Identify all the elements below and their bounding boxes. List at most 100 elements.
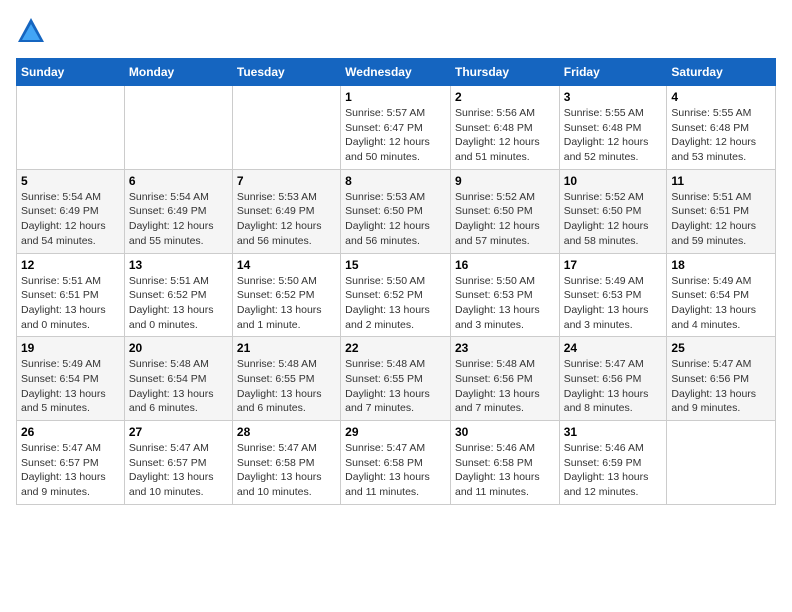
calendar-cell: 9 Sunrise: 5:52 AM Sunset: 6:50 PM Daylig… [450,169,559,253]
day-info: Sunrise: 5:54 AM Sunset: 6:49 PM Dayligh… [129,190,228,249]
calendar-week-row: 5 Sunrise: 5:54 AM Sunset: 6:49 PM Daylig… [17,169,776,253]
day-number: 4 [671,90,771,104]
calendar-cell: 4 Sunrise: 5:55 AM Sunset: 6:48 PM Daylig… [667,86,776,170]
day-info: Sunrise: 5:50 AM Sunset: 6:52 PM Dayligh… [345,274,446,333]
day-of-week-header: Saturday [667,59,776,86]
day-info: Sunrise: 5:53 AM Sunset: 6:49 PM Dayligh… [237,190,336,249]
day-info: Sunrise: 5:46 AM Sunset: 6:59 PM Dayligh… [564,441,663,500]
day-info: Sunrise: 5:48 AM Sunset: 6:56 PM Dayligh… [455,357,555,416]
page-header [16,16,776,46]
day-info: Sunrise: 5:54 AM Sunset: 6:49 PM Dayligh… [21,190,120,249]
day-of-week-header: Monday [124,59,232,86]
day-info: Sunrise: 5:47 AM Sunset: 6:56 PM Dayligh… [564,357,663,416]
day-number: 28 [237,425,336,439]
day-number: 20 [129,341,228,355]
day-number: 3 [564,90,663,104]
day-number: 18 [671,258,771,272]
day-number: 19 [21,341,120,355]
calendar-cell: 22 Sunrise: 5:48 AM Sunset: 6:55 PM Dayli… [341,337,451,421]
calendar-cell: 26Sunrise: 5:47 AM Sunset: 6:57 PM Dayli… [17,421,125,505]
day-info: Sunrise: 5:48 AM Sunset: 6:55 PM Dayligh… [237,357,336,416]
calendar-cell: 18 Sunrise: 5:49 AM Sunset: 6:54 PM Dayli… [667,253,776,337]
calendar-cell: 8 Sunrise: 5:53 AM Sunset: 6:50 PM Daylig… [341,169,451,253]
calendar-cell: 30Sunrise: 5:46 AM Sunset: 6:58 PM Dayli… [450,421,559,505]
day-info: Sunrise: 5:51 AM Sunset: 6:51 PM Dayligh… [21,274,120,333]
day-info: Sunrise: 5:49 AM Sunset: 6:54 PM Dayligh… [21,357,120,416]
day-info: Sunrise: 5:55 AM Sunset: 6:48 PM Dayligh… [671,106,771,165]
calendar-cell: 28 Sunrise: 5:47 AM Sunset: 6:58 PM Dayli… [232,421,340,505]
day-info: Sunrise: 5:53 AM Sunset: 6:50 PM Dayligh… [345,190,446,249]
calendar-cell [667,421,776,505]
day-number: 5 [21,174,120,188]
calendar-week-row: 12 Sunrise: 5:51 AM Sunset: 6:51 PM Dayli… [17,253,776,337]
day-info: Sunrise: 5:46 AM Sunset: 6:58 PM Dayligh… [455,441,555,500]
calendar-cell: 16Sunrise: 5:50 AM Sunset: 6:53 PM Dayli… [450,253,559,337]
day-info: Sunrise: 5:47 AM Sunset: 6:57 PM Dayligh… [21,441,120,500]
calendar-cell: 10 Sunrise: 5:52 AM Sunset: 6:50 PM Dayli… [559,169,667,253]
day-info: Sunrise: 5:56 AM Sunset: 6:48 PM Dayligh… [455,106,555,165]
day-info: Sunrise: 5:47 AM Sunset: 6:58 PM Dayligh… [345,441,446,500]
day-number: 11 [671,174,771,188]
calendar-week-row: 19 Sunrise: 5:49 AM Sunset: 6:54 PM Dayli… [17,337,776,421]
day-info: Sunrise: 5:48 AM Sunset: 6:55 PM Dayligh… [345,357,446,416]
day-number: 25 [671,341,771,355]
day-number: 29 [345,425,446,439]
day-info: Sunrise: 5:51 AM Sunset: 6:52 PM Dayligh… [129,274,228,333]
day-info: Sunrise: 5:47 AM Sunset: 6:57 PM Dayligh… [129,441,228,500]
day-number: 31 [564,425,663,439]
day-number: 14 [237,258,336,272]
day-info: Sunrise: 5:55 AM Sunset: 6:48 PM Dayligh… [564,106,663,165]
calendar-cell [124,86,232,170]
day-info: Sunrise: 5:47 AM Sunset: 6:58 PM Dayligh… [237,441,336,500]
logo-icon [16,16,46,46]
calendar-cell: 12 Sunrise: 5:51 AM Sunset: 6:51 PM Dayli… [17,253,125,337]
day-number: 24 [564,341,663,355]
day-number: 12 [21,258,120,272]
day-number: 23 [455,341,555,355]
calendar-cell: 13Sunrise: 5:51 AM Sunset: 6:52 PM Dayli… [124,253,232,337]
day-info: Sunrise: 5:50 AM Sunset: 6:52 PM Dayligh… [237,274,336,333]
day-number: 8 [345,174,446,188]
day-info: Sunrise: 5:47 AM Sunset: 6:56 PM Dayligh… [671,357,771,416]
day-of-week-header: Sunday [17,59,125,86]
calendar-cell: 7 Sunrise: 5:53 AM Sunset: 6:49 PM Daylig… [232,169,340,253]
day-number: 21 [237,341,336,355]
calendar-cell: 21 Sunrise: 5:48 AM Sunset: 6:55 PM Dayli… [232,337,340,421]
day-info: Sunrise: 5:48 AM Sunset: 6:54 PM Dayligh… [129,357,228,416]
day-of-week-header: Friday [559,59,667,86]
calendar-table: SundayMondayTuesdayWednesdayThursdayFrid… [16,58,776,505]
day-of-week-header: Tuesday [232,59,340,86]
day-number: 16 [455,258,555,272]
calendar-cell: 25 Sunrise: 5:47 AM Sunset: 6:56 PM Dayli… [667,337,776,421]
day-info: Sunrise: 5:57 AM Sunset: 6:47 PM Dayligh… [345,106,446,165]
calendar-cell: 14 Sunrise: 5:50 AM Sunset: 6:52 PM Dayli… [232,253,340,337]
day-number: 22 [345,341,446,355]
day-number: 17 [564,258,663,272]
calendar-cell: 6Sunrise: 5:54 AM Sunset: 6:49 PM Daylig… [124,169,232,253]
logo [16,16,50,46]
day-of-week-header: Wednesday [341,59,451,86]
calendar-cell: 3 Sunrise: 5:55 AM Sunset: 6:48 PM Daylig… [559,86,667,170]
calendar-cell: 19 Sunrise: 5:49 AM Sunset: 6:54 PM Dayli… [17,337,125,421]
calendar-cell: 29 Sunrise: 5:47 AM Sunset: 6:58 PM Dayli… [341,421,451,505]
calendar-cell: 24 Sunrise: 5:47 AM Sunset: 6:56 PM Dayli… [559,337,667,421]
day-info: Sunrise: 5:49 AM Sunset: 6:54 PM Dayligh… [671,274,771,333]
day-number: 10 [564,174,663,188]
calendar-cell: 15 Sunrise: 5:50 AM Sunset: 6:52 PM Dayli… [341,253,451,337]
calendar-cell: 31 Sunrise: 5:46 AM Sunset: 6:59 PM Dayli… [559,421,667,505]
calendar-cell [232,86,340,170]
day-info: Sunrise: 5:51 AM Sunset: 6:51 PM Dayligh… [671,190,771,249]
calendar-cell: 2Sunrise: 5:56 AM Sunset: 6:48 PM Daylig… [450,86,559,170]
day-info: Sunrise: 5:49 AM Sunset: 6:53 PM Dayligh… [564,274,663,333]
day-number: 15 [345,258,446,272]
day-number: 1 [345,90,446,104]
calendar-cell: 1 Sunrise: 5:57 AM Sunset: 6:47 PM Daylig… [341,86,451,170]
calendar-cell: 17 Sunrise: 5:49 AM Sunset: 6:53 PM Dayli… [559,253,667,337]
day-info: Sunrise: 5:52 AM Sunset: 6:50 PM Dayligh… [455,190,555,249]
day-number: 7 [237,174,336,188]
calendar-cell: 27Sunrise: 5:47 AM Sunset: 6:57 PM Dayli… [124,421,232,505]
day-info: Sunrise: 5:52 AM Sunset: 6:50 PM Dayligh… [564,190,663,249]
day-of-week-header: Thursday [450,59,559,86]
day-number: 9 [455,174,555,188]
calendar-cell: 20 Sunrise: 5:48 AM Sunset: 6:54 PM Dayli… [124,337,232,421]
